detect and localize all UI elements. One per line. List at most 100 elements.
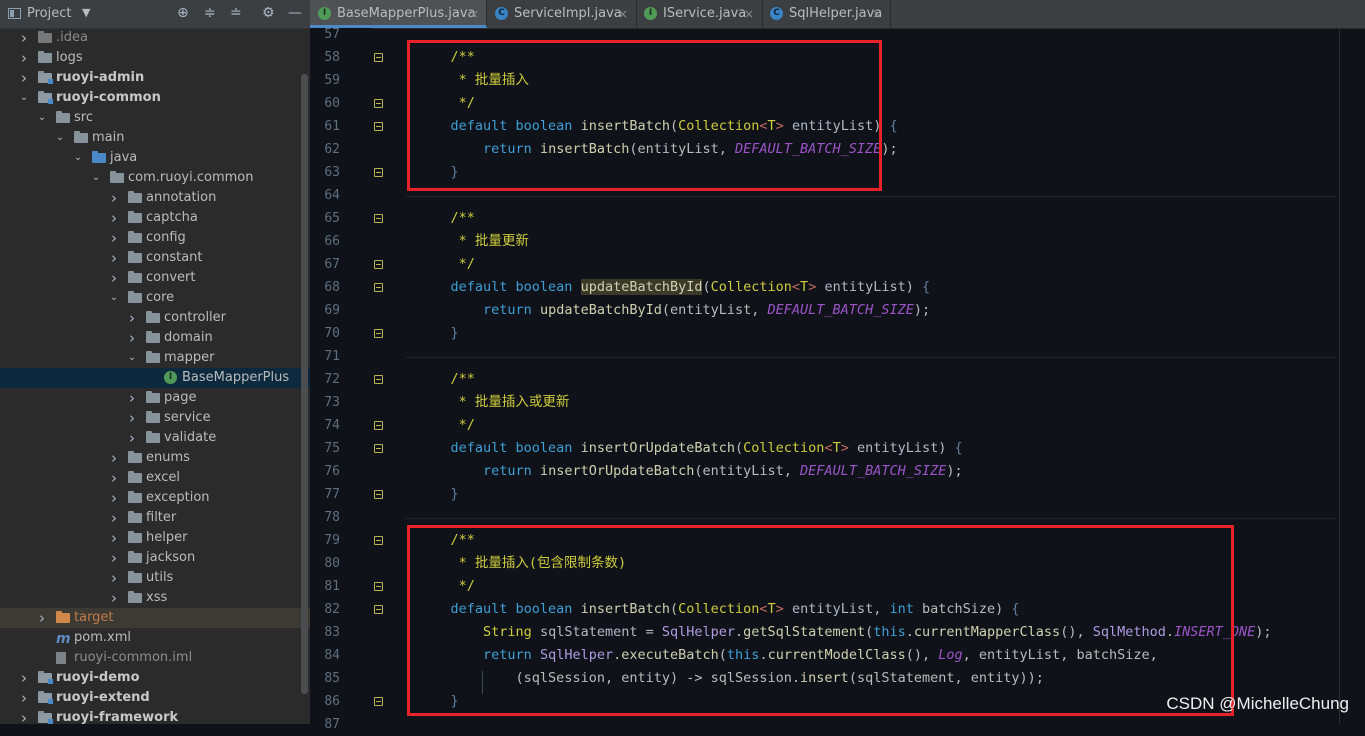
code-line: * 批量插入或更新 (418, 394, 570, 410)
fold-marker-icon[interactable] (374, 697, 383, 706)
chevron-right-icon[interactable]: › (127, 328, 137, 348)
tree-item[interactable]: › xss (0, 588, 310, 608)
tree-item[interactable]: › .idea (0, 28, 310, 48)
tree-item[interactable]: ⌄ src (0, 108, 310, 128)
chevron-right-icon[interactable]: › (37, 608, 47, 628)
fold-marker-icon[interactable] (374, 283, 383, 292)
chevron-right-icon[interactable]: › (109, 568, 119, 588)
tree-item[interactable]: › utils (0, 568, 310, 588)
tree-item[interactable]: › page (0, 388, 310, 408)
tree-item[interactable]: › helper (0, 528, 310, 548)
chevron-down-icon[interactable]: ⌄ (109, 288, 119, 308)
tree-item[interactable]: › captcha (0, 208, 310, 228)
editor-tab[interactable]: C ServiceImpl.java × (487, 0, 637, 28)
tree-item[interactable]: I BaseMapperPlus (0, 368, 310, 388)
tree-item[interactable]: › ruoyi-demo (0, 668, 310, 688)
chevron-right-icon[interactable]: › (109, 248, 119, 268)
tree-item[interactable]: ruoyi-common.iml (0, 648, 310, 668)
tree-item[interactable]: › service (0, 408, 310, 428)
chevron-down-icon[interactable]: ⌄ (127, 348, 137, 368)
fold-marker-icon[interactable] (374, 444, 383, 453)
close-icon[interactable]: × (744, 0, 754, 28)
tree-item[interactable]: ⌄ ruoyi-common (0, 88, 310, 108)
fold-marker-icon[interactable] (374, 53, 383, 62)
chevron-right-icon[interactable]: › (127, 388, 137, 408)
package-icon (128, 211, 142, 223)
project-view-title[interactable]: Project (27, 6, 71, 21)
chevron-right-icon[interactable]: › (109, 228, 119, 248)
fold-marker-icon[interactable] (374, 99, 383, 108)
tree-item[interactable]: › jackson (0, 548, 310, 568)
chevron-right-icon[interactable]: › (109, 188, 119, 208)
chevron-right-icon[interactable]: › (127, 408, 137, 428)
tree-item[interactable]: › excel (0, 468, 310, 488)
chevron-right-icon[interactable]: › (109, 588, 119, 608)
fold-marker-icon[interactable] (374, 214, 383, 223)
tree-item[interactable]: › logs (0, 48, 310, 68)
tree-item[interactable]: › convert (0, 268, 310, 288)
chevron-right-icon[interactable]: › (109, 488, 119, 508)
tree-item[interactable]: › enums (0, 448, 310, 468)
tree-item[interactable]: › constant (0, 248, 310, 268)
chevron-down-icon[interactable]: ⌄ (19, 88, 29, 108)
fold-marker-icon[interactable] (374, 260, 383, 269)
close-icon[interactable]: × (618, 0, 628, 28)
chevron-right-icon[interactable]: › (19, 668, 29, 688)
tree-item[interactable]: › validate (0, 428, 310, 448)
tree-item[interactable]: › controller (0, 308, 310, 328)
editor-tab[interactable]: I IService.java × (636, 0, 763, 28)
chevron-right-icon[interactable]: › (109, 448, 119, 468)
tree-item[interactable]: › ruoyi-admin (0, 68, 310, 88)
fold-marker-icon[interactable] (374, 122, 383, 131)
tree-item[interactable]: › exception (0, 488, 310, 508)
chevron-down-icon[interactable]: ⌄ (37, 108, 47, 128)
tree-item[interactable]: › config (0, 228, 310, 248)
chevron-right-icon[interactable]: › (19, 28, 29, 48)
tree-item[interactable]: ⌄ com.ruoyi.common (0, 168, 310, 188)
fold-marker-icon[interactable] (374, 421, 383, 430)
chevron-right-icon[interactable]: › (127, 308, 137, 328)
gear-icon[interactable]: ⚙ (262, 5, 275, 21)
tree-item[interactable]: › ruoyi-extend (0, 688, 310, 708)
tree-item[interactable]: › filter (0, 508, 310, 528)
fold-marker-icon[interactable] (374, 168, 383, 177)
tree-item[interactable]: m pom.xml (0, 628, 310, 648)
chevron-right-icon[interactable]: › (19, 708, 29, 724)
tree-item[interactable]: ⌄ core (0, 288, 310, 308)
fold-marker-icon[interactable] (374, 329, 383, 338)
fold-marker-icon[interactable] (374, 490, 383, 499)
collapse-all-icon[interactable]: ≑ (204, 5, 216, 21)
fold-marker-icon[interactable] (374, 536, 383, 545)
fold-marker-icon[interactable] (374, 375, 383, 384)
chevron-right-icon[interactable]: › (109, 268, 119, 288)
expand-all-icon[interactable]: ≐ (230, 5, 242, 21)
chevron-right-icon[interactable]: › (19, 48, 29, 68)
crosshair-icon[interactable]: ⊕ (177, 5, 189, 21)
chevron-right-icon[interactable]: › (19, 688, 29, 708)
tree-item[interactable]: › domain (0, 328, 310, 348)
tree-item[interactable]: › target (0, 608, 310, 628)
tree-item[interactable]: ⌄ mapper (0, 348, 310, 368)
chevron-right-icon[interactable]: › (109, 508, 119, 528)
minimize-icon[interactable]: — (288, 5, 302, 21)
editor-tab[interactable]: C SqlHelper.java × (762, 0, 891, 28)
chevron-right-icon[interactable]: › (109, 548, 119, 568)
fold-marker-icon[interactable] (374, 582, 383, 591)
close-icon[interactable]: × (872, 0, 882, 28)
tree-item[interactable]: › ruoyi-framework (0, 708, 310, 724)
fold-marker-icon[interactable] (374, 605, 383, 614)
chevron-right-icon[interactable]: › (109, 468, 119, 488)
project-tree-scrollbar[interactable] (301, 74, 308, 694)
close-icon[interactable]: × (469, 0, 479, 28)
chevron-down-icon[interactable]: ⌄ (73, 148, 83, 168)
tree-item[interactable]: ⌄ java (0, 148, 310, 168)
chevron-right-icon[interactable]: › (109, 528, 119, 548)
chevron-right-icon[interactable]: › (127, 428, 137, 448)
chevron-down-icon[interactable]: ⌄ (55, 128, 65, 148)
tree-item[interactable]: ⌄ main (0, 128, 310, 148)
chevron-down-icon[interactable]: ▼ (82, 6, 90, 19)
chevron-right-icon[interactable]: › (19, 68, 29, 88)
chevron-right-icon[interactable]: › (109, 208, 119, 228)
chevron-down-icon[interactable]: ⌄ (91, 168, 101, 188)
tree-item[interactable]: › annotation (0, 188, 310, 208)
